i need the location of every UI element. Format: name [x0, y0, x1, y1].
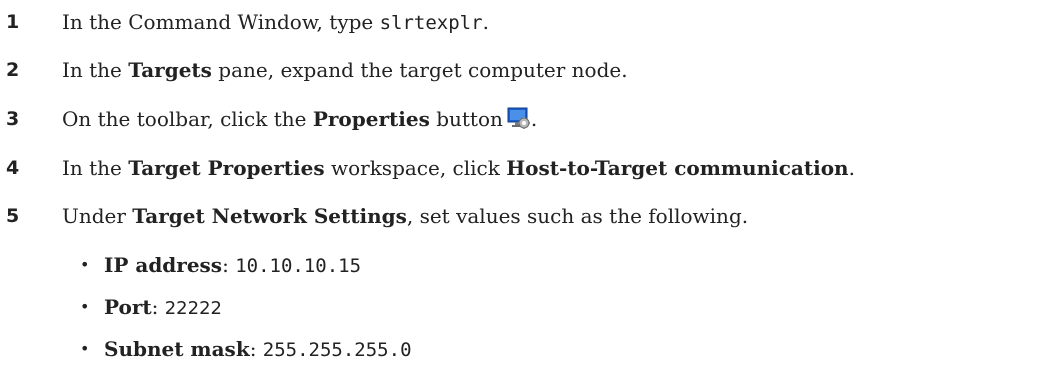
ui-term: Targets — [128, 58, 212, 82]
separator: : — [151, 295, 165, 319]
setting-label: Port — [104, 295, 152, 319]
bullet-marker: • — [80, 297, 90, 316]
step-text-part: Under — [62, 204, 133, 228]
bullet-ip-address: • IP address: 10.10.10.15 — [0, 252, 1042, 286]
bullet-port: • Port: 22222 — [0, 294, 1042, 328]
bullet-marker: • — [80, 339, 90, 358]
separator: : — [249, 337, 263, 361]
ui-term: Properties — [312, 107, 430, 131]
step-text-part: . — [530, 107, 538, 131]
setting-value: 10.10.10.15 — [235, 255, 362, 277]
bullet-subnet-mask: • Subnet mask: 255.255.255.0 — [0, 336, 1042, 370]
step-number: 3 — [6, 108, 20, 130]
setting-value: 255.255.255.0 — [262, 339, 412, 361]
step-text-part: , set values such as the following. — [406, 204, 749, 228]
bullet-text: Port: 22222 — [104, 294, 222, 322]
bullet-text: Subnet mask: 255.255.255.0 — [104, 336, 412, 363]
step-text-part: workspace, click — [324, 156, 507, 180]
step-text-part: button — [429, 107, 503, 131]
step-text-part: In the — [62, 156, 129, 180]
bullet-marker: • — [80, 255, 90, 274]
step-number: 4 — [6, 157, 20, 179]
step-text: In the Targets pane, expand the target c… — [62, 57, 628, 83]
step-2: 2 In the Targets pane, expand the target… — [0, 57, 1042, 93]
step-5: 5 Under Target Network Settings, set val… — [0, 203, 1042, 239]
step-text-part: . — [848, 156, 855, 180]
step-number: 1 — [6, 11, 20, 33]
ui-term: Host-to-Target communication — [506, 156, 849, 180]
step-text-part: In the Command Window, type — [62, 10, 380, 34]
ui-term: Target Network Settings — [132, 204, 407, 228]
step-number: 5 — [6, 205, 20, 227]
ui-term: Target Properties — [128, 156, 325, 180]
bullet-text: IP address: 10.10.10.15 — [104, 252, 361, 279]
step-text: In the Command Window, type slrtexplr. — [62, 9, 489, 36]
command-code: slrtexplr — [379, 12, 483, 34]
step-text: In the Target Properties workspace, clic… — [62, 155, 855, 181]
step-4: 4 In the Target Properties workspace, cl… — [0, 155, 1042, 191]
step-text-part: pane, expand the target computer node. — [211, 58, 628, 82]
step-text-part: . — [482, 10, 489, 34]
step-number: 2 — [6, 59, 20, 81]
separator: : — [222, 253, 236, 277]
step-text: On the toolbar, click the Properties but… — [62, 106, 537, 132]
step-text-part: In the — [62, 58, 129, 82]
setting-label: IP address — [104, 253, 223, 277]
step-3: 3 On the toolbar, click the Properties b… — [0, 106, 1042, 142]
step-text: Under Target Network Settings, set value… — [62, 203, 748, 229]
step-text-part: On the toolbar, click the — [62, 107, 313, 131]
setting-label: Subnet mask — [104, 337, 250, 361]
properties-icon — [507, 106, 531, 130]
step-1: 1 In the Command Window, type slrtexplr. — [0, 9, 1042, 45]
setting-value: 22222 — [164, 298, 222, 319]
